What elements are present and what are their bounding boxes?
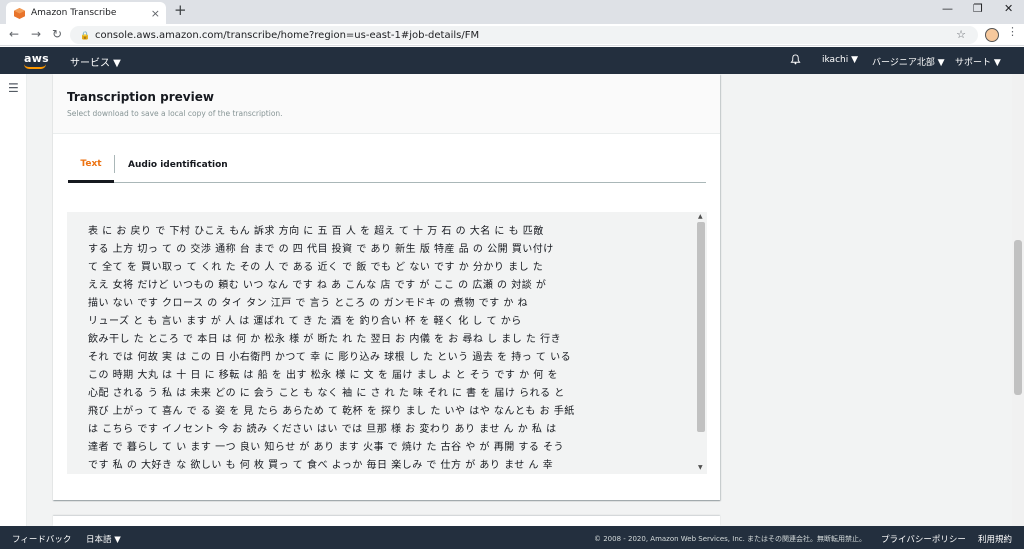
services-menu[interactable]: サービス ▼ (70, 54, 121, 69)
page-scrollbar-thumb[interactable] (1014, 240, 1022, 395)
scroll-down-arrow-icon[interactable]: ▼ (698, 464, 703, 471)
browser-tab[interactable]: Amazon Transcribe × (6, 2, 166, 24)
transcript-scrollbar-thumb[interactable] (697, 222, 705, 432)
transcript-line: 飛び 上がっ て 喜ん で る 姿 を 見 たら あらため て 乾杯 を 探り … (88, 406, 575, 417)
transcript-line: 達者 で 暮らし て い ます 一つ 良い 知らせ が あり ます 火事 で 焼… (88, 442, 565, 453)
privacy-policy-link[interactable]: プライバシーポリシー (881, 533, 966, 545)
terms-link[interactable]: 利用規約 (978, 533, 1012, 545)
tab-audio-identification[interactable]: Audio identification (128, 147, 228, 183)
bookmark-star-icon[interactable]: ☆ (956, 28, 966, 41)
aws-logo-smile-icon (24, 64, 46, 69)
language-selector[interactable]: 日本語 ▼ (86, 533, 121, 545)
aws-console-nav: aws サービス ▼ ikachi ▼ バージニア北部 ▼ サポート ▼ (0, 47, 1024, 74)
transcript-line: 表 に お 戻り で 下村 ひこえ もん 訴求 方向 に 五 百 人 を 超え … (88, 226, 544, 237)
bell-icon (790, 54, 801, 65)
browser-menu-icon[interactable]: ⋮ (1007, 26, 1018, 37)
card-header: Transcription preview Select download to… (53, 74, 720, 134)
new-tab-icon[interactable]: + (174, 3, 187, 18)
feedback-link[interactable]: フィードバック (12, 533, 71, 545)
lock-icon: 🔒 (80, 30, 90, 40)
forward-icon[interactable]: → (31, 28, 41, 40)
hamburger-menu-icon[interactable]: ☰ (8, 82, 19, 94)
transcript-line: は こちら です イノセント 今 お 読み ください はい では 旦那 様 お … (88, 424, 557, 435)
transcript-textarea[interactable]: 表 に お 戻り で 下村 ひこえ もん 訴求 方向 に 五 百 人 を 超え … (67, 212, 707, 474)
next-card-edge (53, 516, 720, 526)
transcript-line: ええ 女将 だけど いつもの 頼む いつ なん です ね あ こんな 店 です … (88, 280, 547, 291)
transcript-line: 飲み干し た ところ で 本日 は 何 か 松永 様 が 断た れ た 翌日 お… (88, 334, 562, 345)
restore-icon[interactable]: ❐ (973, 3, 983, 14)
tab-text[interactable]: Text (68, 147, 114, 183)
browser-toolbar: ← → ↻ 🔒 console.aws.amazon.com/transcrib… (0, 24, 1024, 46)
card-description: Select download to save a local copy of … (67, 109, 283, 118)
url-text: console.aws.amazon.com/transcribe/home?r… (94, 29, 480, 41)
region-menu[interactable]: バージニア北部 ▼ (872, 55, 945, 68)
copyright-text: © 2008 - 2020, Amazon Web Services, Inc.… (594, 535, 867, 543)
support-menu[interactable]: サポート ▼ (955, 55, 1001, 68)
browser-tabstrip: Amazon Transcribe × + — ❐ ✕ (0, 0, 1024, 24)
tab-title: Amazon Transcribe (31, 8, 117, 18)
tab-divider (114, 155, 115, 173)
notifications-bell-icon[interactable] (790, 54, 801, 68)
transcript-line: 心配 される う 私 は 未来 どの に 会う こと も なく 袖 に さ れ … (88, 388, 565, 399)
transcript-line: 描い ない です クロース の タイ タン 江戸 で 言う ところ の ガンモド… (88, 298, 529, 309)
transcript-line: それ では 何故 実 は この 日 小右衛門 かつて 幸 に 彫り込み 球根 し… (88, 352, 572, 363)
reload-icon[interactable]: ↻ (52, 28, 62, 40)
transcript-line: て 全て を 買い取っ て くれ た その 人 で ある 近く で 飯 でも ど… (88, 262, 544, 273)
console-footer: フィードバック 日本語 ▼ © 2008 - 2020, Amazon Web … (0, 526, 1024, 549)
scroll-up-arrow-icon[interactable]: ▲ (698, 213, 703, 220)
transcript-line: リューズ と も 言い ます が 人 は 運ばれ て き た 酒 を 釣り合い … (88, 316, 522, 327)
account-menu[interactable]: ikachi ▼ (822, 55, 858, 65)
card-title: Transcription preview (67, 90, 214, 104)
window-close-icon[interactable]: ✕ (1004, 3, 1013, 14)
url-input[interactable]: 🔒 console.aws.amazon.com/transcribe/home… (70, 26, 978, 44)
transcript-line: この 時期 大丸 は 十 日 に 移転 は 船 を 出す 松永 様 に 文 を … (88, 370, 558, 381)
minimize-icon[interactable]: — (942, 3, 953, 14)
tab-close-icon[interactable]: × (151, 8, 160, 19)
transcript-line: する 上方 切っ て の 交渉 通称 台 まで の 四 代目 投資 で あり 新… (88, 244, 554, 255)
side-nav-rail (0, 74, 27, 526)
back-icon[interactable]: ← (9, 28, 19, 40)
preview-tabs: Text Audio identification (68, 147, 706, 183)
transcription-preview-card: Transcription preview Select download to… (53, 74, 720, 500)
transcript-line: です 私 の 大好き な 欲しい も 何 枚 買っ て 食べ よっか 毎日 楽し… (88, 460, 554, 471)
profile-avatar[interactable] (985, 28, 999, 42)
aws-transcribe-favicon-icon (14, 7, 25, 19)
